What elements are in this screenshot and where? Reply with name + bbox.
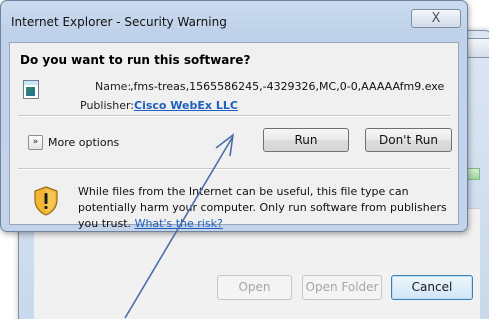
divider — [18, 115, 450, 117]
dialog-close-button[interactable]: X — [411, 9, 461, 28]
more-options-toggle[interactable]: » — [28, 135, 43, 150]
open-folder-button[interactable]: Open Folder — [302, 275, 382, 300]
security-warning-dialog: Internet Explorer - Security Warning X D… — [0, 0, 468, 232]
run-button[interactable]: Run — [263, 128, 349, 152]
whats-the-risk-link[interactable]: What's the risk? — [135, 217, 223, 230]
dialog-body: Do you want to run this software? Name: … — [9, 42, 459, 230]
warning-message: While files from the Internet can be use… — [78, 184, 453, 232]
file-name-value: ,fms-treas,1565586245,-4329326,MC,0-0,AA… — [130, 80, 445, 93]
divider — [18, 168, 450, 170]
application-icon — [23, 80, 39, 99]
expand-chevron-icon: » — [32, 137, 39, 147]
dialog-title: Internet Explorer - Security Warning — [11, 15, 227, 29]
more-options-label[interactable]: More options — [48, 136, 119, 149]
dont-run-button[interactable]: Don't Run — [365, 128, 452, 152]
warning-text: While files from the Internet can be use… — [78, 185, 447, 230]
publisher-label: Publisher: — [80, 99, 135, 112]
name-label: Name: — [95, 80, 132, 93]
shield-warning-icon — [34, 186, 58, 216]
open-button[interactable]: Open — [217, 275, 292, 300]
close-icon: X — [431, 11, 441, 26]
dialog-question: Do you want to run this software? — [20, 53, 251, 67]
publisher-link[interactable]: Cisco WebEx LLC — [134, 99, 238, 112]
screen: X Open Open Folder Cancel Internet Explo… — [0, 0, 489, 319]
cancel-button[interactable]: Cancel — [391, 275, 473, 300]
